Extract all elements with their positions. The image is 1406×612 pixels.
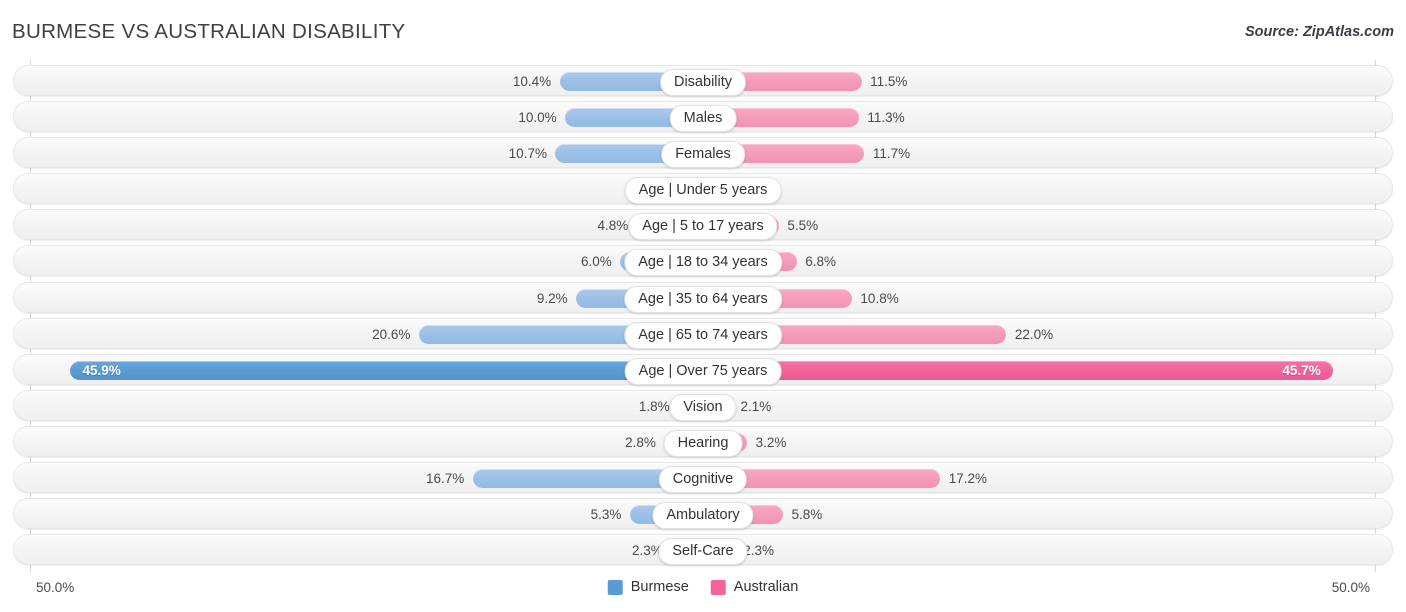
chart-legend: Burmese Australian xyxy=(607,579,799,595)
row-category-label: Age | 18 to 34 years xyxy=(624,249,782,277)
row-category-label: Ambulatory xyxy=(652,502,754,530)
value-label-australian: 6.8% xyxy=(805,254,837,270)
source-attribution: Source: ZipAtlas.com xyxy=(1244,24,1394,40)
bar-rows-container: 10.4% 11.5% Disability 10.0% 11.3% Males 10.7%… xyxy=(13,65,1393,570)
legend-item[interactable]: Burmese xyxy=(607,579,689,595)
value-label-burmese: 6.0% xyxy=(580,254,612,270)
value-label-australian: 45.7% xyxy=(1282,362,1321,378)
value-label-australian: 22.0% xyxy=(1014,326,1054,342)
chart-plot-area: 10.4% 11.5% Disability 10.0% 11.3% Males 10.7%… xyxy=(0,60,1406,572)
table-row[interactable]: 2.3% 2.3% Self-Care xyxy=(13,534,1393,566)
table-row[interactable]: 2.8% 3.2% Hearing xyxy=(13,425,1393,457)
value-label-australian: 10.8% xyxy=(860,290,899,306)
value-label-burmese: 16.7% xyxy=(425,471,465,487)
table-row[interactable]: 1.1%1.4%Age | Under 5 years xyxy=(13,173,1393,205)
chart-footer: 50.0% 50.0% Burmese Australian xyxy=(0,572,1406,612)
value-label-burmese: 20.6% xyxy=(372,326,411,342)
value-label-australian: 5.5% xyxy=(787,218,819,234)
table-row[interactable]: 10.4% 11.5% Disability xyxy=(13,65,1393,96)
value-label-australian: 5.8% xyxy=(791,507,823,523)
legend-label: Burmese xyxy=(630,579,689,595)
value-label-australian: 11.3% xyxy=(867,110,905,126)
row-category-label: Age | 5 to 17 years xyxy=(628,213,778,241)
table-row[interactable]: 45.9% 45.7% Age | Over 75 years xyxy=(13,353,1393,385)
value-label-burmese: 1.8% xyxy=(638,398,670,414)
value-label-burmese: 45.9% xyxy=(82,362,121,378)
row-category-label: Vision xyxy=(669,393,737,421)
row-category-label: Age | Over 75 years xyxy=(624,357,782,385)
row-category-label: Age | 65 to 74 years xyxy=(624,321,782,349)
table-row[interactable]: 20.6% 22.0% Age | 65 to 74 years xyxy=(13,317,1393,349)
value-label-australian: 2.3% xyxy=(743,543,774,559)
value-label-australian: 11.5% xyxy=(870,74,908,89)
value-label-burmese: 10.7% xyxy=(508,146,547,162)
value-label-burmese: 5.3% xyxy=(590,507,622,523)
row-category-label: Hearing xyxy=(663,429,743,457)
bar-australian xyxy=(703,360,1334,380)
value-label-australian: 11.7% xyxy=(872,146,911,162)
axis-tick-left: 50.0% xyxy=(36,580,75,595)
table-row[interactable]: 6.0% 6.8% Age | 18 to 34 years xyxy=(13,245,1393,277)
value-label-australian: 17.2% xyxy=(948,471,987,487)
row-category-label: Self-Care xyxy=(658,538,748,566)
legend-label: Australian xyxy=(733,579,799,595)
page-title: BURMESE VS AUSTRALIAN DISABILITY xyxy=(12,20,406,43)
chart-header: BURMESE VS AUSTRALIAN DISABILITY Source:… xyxy=(0,0,1406,60)
table-row[interactable]: 16.7% 17.2% Cognitive xyxy=(13,462,1393,494)
table-row[interactable]: 4.8% 5.5% Age | 5 to 17 years xyxy=(13,209,1393,241)
legend-swatch-burmese xyxy=(607,579,623,595)
row-category-label: Females xyxy=(661,141,745,169)
table-row[interactable]: 10.7% 11.7% Females xyxy=(13,137,1393,169)
row-category-label: Age | Under 5 years xyxy=(624,177,782,205)
value-label-burmese: 10.0% xyxy=(518,110,557,126)
legend-swatch-australian xyxy=(710,579,726,595)
row-category-label: Disability xyxy=(659,69,747,96)
value-label-australian: 3.2% xyxy=(755,434,787,450)
axis-tick-right: 50.0% xyxy=(1331,580,1370,595)
row-category-label: Cognitive xyxy=(658,466,748,494)
row-category-label: Males xyxy=(669,105,737,133)
value-label-burmese: 10.4% xyxy=(512,74,552,89)
value-label-burmese: 2.8% xyxy=(625,434,656,450)
table-row[interactable]: 5.3% 5.8% Ambulatory xyxy=(13,498,1393,530)
value-label-burmese: 9.2% xyxy=(536,290,568,306)
value-label-australian: 2.1% xyxy=(740,398,772,414)
table-row[interactable]: 1.8% 2.1% Vision xyxy=(13,389,1393,421)
table-row[interactable]: 9.2% 10.8% Age | 35 to 64 years xyxy=(13,281,1393,313)
row-category-label: Age | 35 to 64 years xyxy=(624,285,782,313)
table-row[interactable]: 10.0% 11.3% Males xyxy=(13,101,1393,133)
bar-burmese xyxy=(70,360,703,380)
legend-item[interactable]: Australian xyxy=(710,579,799,595)
value-label-burmese: 4.8% xyxy=(597,218,629,234)
